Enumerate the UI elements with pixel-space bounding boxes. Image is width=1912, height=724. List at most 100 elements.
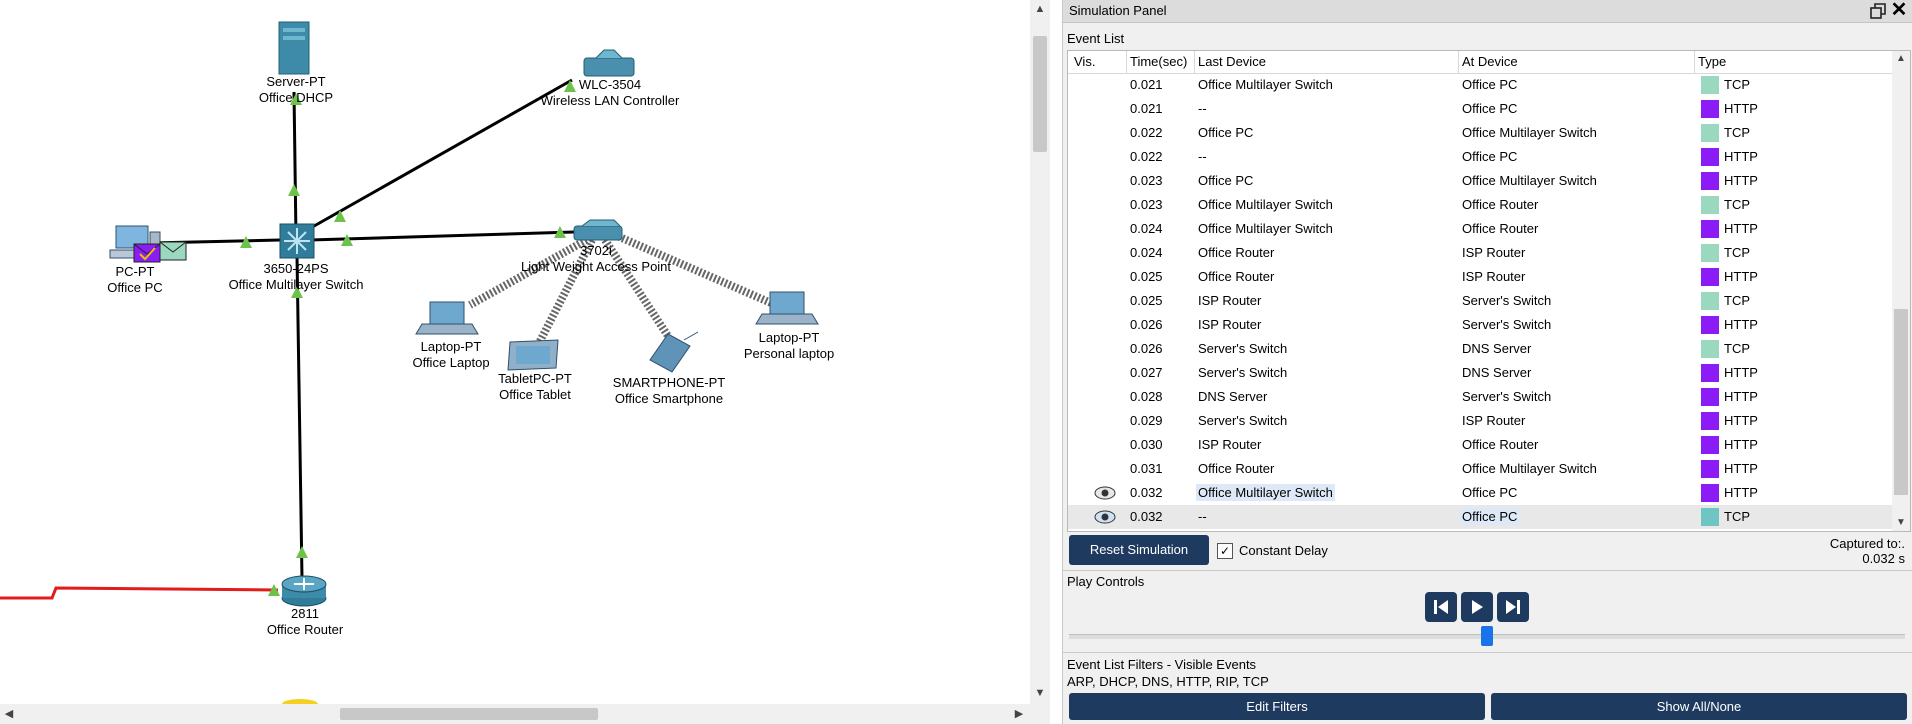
event-last-device: ISP Router	[1198, 317, 1262, 332]
col-header-last-device[interactable]: Last Device	[1198, 54, 1266, 70]
event-type-color-swatch[interactable]	[1701, 388, 1719, 406]
visible-eye-icon[interactable]	[1094, 486, 1116, 500]
play-button[interactable]	[1461, 592, 1493, 622]
event-list-table[interactable]: Vis. Time(sec) Last Device At Device Typ…	[1067, 50, 1911, 532]
server-icon[interactable]	[278, 21, 310, 75]
event-at-device: Office PC	[1462, 77, 1518, 92]
event-at-device: DNS Server	[1462, 341, 1532, 356]
table-vertical-scrollbar[interactable]: ▲ ▼	[1892, 51, 1910, 531]
event-at-device: Office Router	[1462, 197, 1539, 212]
event-row[interactable]: 0.025 Office Router ISP Router HTTP	[1068, 265, 1892, 289]
skip-back-button[interactable]	[1425, 592, 1457, 622]
play-speed-slider-thumb[interactable]	[1481, 626, 1493, 646]
link-mls-wlc[interactable]	[299, 78, 573, 236]
event-row[interactable]: 0.021 Office Multilayer Switch Office PC TC…	[1068, 73, 1892, 97]
divider	[1063, 570, 1912, 571]
multilayer-switch-icon[interactable]	[279, 223, 315, 259]
event-type-color-swatch[interactable]	[1701, 76, 1719, 94]
constant-delay-checkbox[interactable]: ✓	[1217, 543, 1233, 559]
horizontal-scroll-thumb[interactable]	[340, 708, 598, 720]
vertical-scroll-thumb[interactable]	[1033, 36, 1047, 152]
envelope-tcp-icon[interactable]	[159, 241, 187, 261]
event-type-color-swatch[interactable]	[1701, 268, 1719, 286]
event-time: 0.023	[1130, 173, 1163, 188]
col-header-vis[interactable]: Vis.	[1074, 54, 1095, 70]
workspace-horizontal-scrollbar[interactable]: ◀ ▶	[0, 704, 1050, 724]
event-row[interactable]: 0.025 ISP Router Server's Switch TCP	[1068, 289, 1892, 313]
event-row[interactable]: 0.024 Office Multilayer Switch Office Rout…	[1068, 217, 1892, 241]
close-icon[interactable]: ✕	[1889, 0, 1909, 20]
event-type-color-swatch[interactable]	[1701, 244, 1719, 262]
scroll-right-arrow-icon[interactable]: ▶	[1010, 704, 1028, 724]
event-time: 0.024	[1130, 221, 1163, 236]
event-type-color-swatch[interactable]	[1701, 364, 1719, 382]
topology-canvas[interactable]	[0, 0, 1030, 704]
scroll-up-arrow-icon[interactable]: ▲	[1030, 0, 1050, 18]
event-row[interactable]: 0.023 Office Multilayer Switch Office Rout…	[1068, 193, 1892, 217]
event-type-color-swatch[interactable]	[1701, 196, 1719, 214]
event-last-device: --	[1198, 149, 1207, 164]
event-type-color-swatch[interactable]	[1701, 316, 1719, 334]
wlc-icon[interactable]	[583, 49, 635, 77]
event-type: HTTP	[1724, 173, 1758, 188]
restore-window-icon[interactable]	[1869, 2, 1887, 20]
access-point-icon[interactable]	[573, 219, 623, 241]
table-scroll-down-icon[interactable]: ▼	[1892, 515, 1910, 531]
event-type-color-swatch[interactable]	[1701, 172, 1719, 190]
table-scroll-up-icon[interactable]: ▲	[1892, 51, 1910, 67]
event-type-color-swatch[interactable]	[1701, 436, 1719, 454]
event-row[interactable]: 0.030 ISP Router Office Router HTTP	[1068, 433, 1892, 457]
workspace-vertical-scrollbar[interactable]: ▲ ▼	[1030, 0, 1050, 704]
event-row[interactable]: 0.022 -- Office PC HTTP	[1068, 145, 1892, 169]
event-row[interactable]: 0.023 Office PC Office Multilayer Switch HT…	[1068, 169, 1892, 193]
event-type-color-swatch[interactable]	[1701, 412, 1719, 430]
office-laptop-icon[interactable]	[415, 301, 479, 335]
event-type-color-swatch[interactable]	[1701, 508, 1719, 526]
edit-filters-button[interactable]: Edit Filters	[1069, 693, 1485, 720]
event-row[interactable]: 0.032 -- Office PC TCP	[1068, 505, 1892, 529]
link-mls-router[interactable]	[295, 255, 304, 579]
event-row[interactable]: 0.024 Office Router ISP Router TCP	[1068, 241, 1892, 265]
event-row[interactable]: 0.029 Server's Switch ISP Router HTTP	[1068, 409, 1892, 433]
event-type: TCP	[1724, 77, 1750, 92]
event-row[interactable]: 0.026 Server's Switch DNS Server TCP	[1068, 337, 1892, 361]
link-mls-server[interactable]	[292, 91, 298, 239]
col-header-time[interactable]: Time(sec)	[1130, 54, 1187, 70]
smartphone-icon[interactable]	[649, 331, 699, 373]
event-row[interactable]: 0.032 Office Multilayer Switch Office PC HT…	[1068, 481, 1892, 505]
tablet-icon[interactable]	[507, 339, 559, 371]
col-header-at-device[interactable]: At Device	[1462, 54, 1518, 70]
event-type-color-swatch[interactable]	[1701, 220, 1719, 238]
event-type-color-swatch[interactable]	[1701, 484, 1719, 502]
skip-forward-button[interactable]	[1497, 592, 1529, 622]
event-type-color-swatch[interactable]	[1701, 292, 1719, 310]
event-row[interactable]: 0.028 DNS Server Server's Switch HTTP	[1068, 385, 1892, 409]
event-row[interactable]: 0.031 Office Router Office Multilayer Swit…	[1068, 457, 1892, 481]
link-router-wan[interactable]	[0, 586, 279, 600]
scroll-left-arrow-icon[interactable]: ◀	[0, 704, 18, 724]
panel-titlebar[interactable]: Simulation Panel ✕	[1063, 0, 1912, 23]
event-type-color-swatch[interactable]	[1701, 460, 1719, 478]
visible-eye-icon[interactable]	[1094, 510, 1116, 524]
event-row[interactable]: 0.027 Server's Switch DNS Server HTTP	[1068, 361, 1892, 385]
reset-simulation-button[interactable]: Reset Simulation	[1069, 535, 1209, 565]
event-row[interactable]: 0.021 -- Office PC HTTP	[1068, 97, 1892, 121]
event-row[interactable]: 0.022 Office PC Office Multilayer Switch TC…	[1068, 121, 1892, 145]
link-mls-ap[interactable]	[309, 230, 575, 242]
simulation-panel: Simulation Panel ✕ Event List Vis. Time(…	[1062, 0, 1912, 724]
event-type-color-swatch[interactable]	[1701, 148, 1719, 166]
logical-workspace[interactable]: Server-PT Office DHCP WLC-3504 Wireless LA…	[0, 0, 1030, 704]
scroll-down-arrow-icon[interactable]: ▼	[1030, 684, 1050, 702]
table-scroll-thumb[interactable]	[1894, 309, 1908, 495]
personal-laptop-icon[interactable]	[755, 291, 819, 325]
show-all-none-button[interactable]: Show All/None	[1491, 693, 1907, 720]
skip-forward-icon	[1506, 600, 1520, 614]
envelope-http-icon[interactable]	[133, 243, 161, 263]
col-header-type[interactable]: Type	[1698, 54, 1726, 70]
event-type-color-swatch[interactable]	[1701, 340, 1719, 358]
event-row[interactable]: 0.026 ISP Router Server's Switch HTTP	[1068, 313, 1892, 337]
event-time: 0.026	[1130, 317, 1163, 332]
event-type-color-swatch[interactable]	[1701, 100, 1719, 118]
router-icon[interactable]	[281, 575, 327, 607]
event-type-color-swatch[interactable]	[1701, 124, 1719, 142]
